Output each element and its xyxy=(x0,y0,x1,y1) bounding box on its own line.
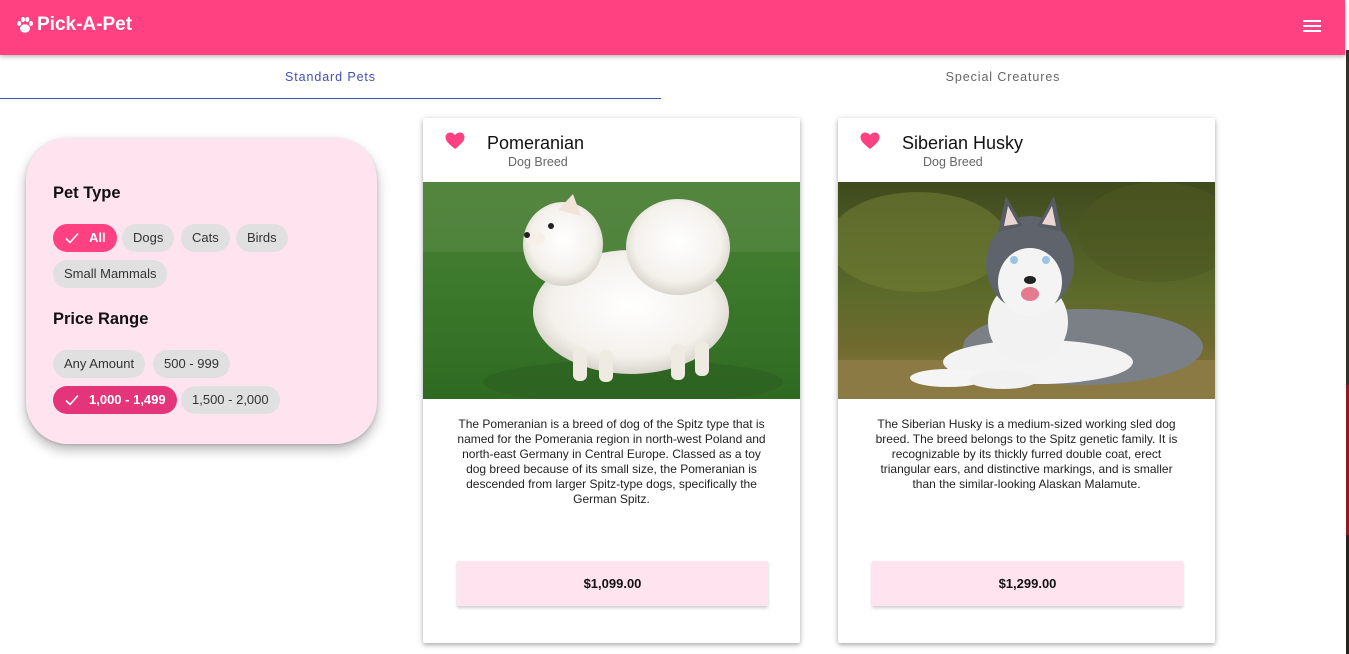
top-app-bar: Pick-A-Pet xyxy=(0,0,1345,55)
window-edge xyxy=(1345,0,1349,654)
price-button[interactable]: $1,299.00 xyxy=(872,561,1183,606)
check-icon xyxy=(65,232,79,244)
filter-panel: Pet Type All Dogs Cats Birds Small Mamma… xyxy=(26,138,377,444)
pet-type-heading: Pet Type xyxy=(53,184,121,202)
pet-card-pomeranian: Pomeranian Dog Breed The Pomeranian is a… xyxy=(423,118,800,643)
paw-icon xyxy=(17,16,33,33)
pet-category: Dog Breed xyxy=(508,155,568,169)
tab-special-creatures[interactable]: Special Creatures xyxy=(661,56,1345,99)
chip-pet-type-birds[interactable]: Birds xyxy=(236,224,288,252)
pet-card-siberian-husky: Siberian Husky Dog Breed The Siberian Hu… xyxy=(838,118,1215,643)
pet-photo xyxy=(423,182,800,399)
hamburger-menu-icon[interactable] xyxy=(1303,17,1323,37)
pet-category-tabs: Standard Pets Special Creatures xyxy=(0,56,1345,100)
chip-price-500-999[interactable]: 500 - 999 xyxy=(153,350,230,378)
chip-pet-type-all[interactable]: All xyxy=(53,224,117,252)
tab-standard-pets[interactable]: Standard Pets xyxy=(0,56,661,99)
pet-name: Pomeranian xyxy=(487,133,585,153)
check-icon xyxy=(65,394,79,406)
chip-pet-type-cats[interactable]: Cats xyxy=(181,224,230,252)
price-range-heading: Price Range xyxy=(53,310,149,328)
chip-price-any-amount[interactable]: Any Amount xyxy=(53,350,146,378)
heart-icon[interactable] xyxy=(860,132,880,150)
pet-description: The Pomeranian is a breed of dog of the … xyxy=(457,417,766,506)
pet-description: The Siberian Husky is a medium-sized wor… xyxy=(875,417,1178,491)
chip-pet-type-dogs[interactable]: Dogs xyxy=(122,224,175,252)
chip-price-1000-1499[interactable]: 1,000 - 1,499 xyxy=(53,386,177,414)
chip-price-1500-2000[interactable]: 1,500 - 2,000 xyxy=(181,386,280,414)
app-title: Pick-A-Pet xyxy=(37,14,133,35)
heart-icon[interactable] xyxy=(445,132,465,150)
pet-category: Dog Breed xyxy=(923,155,983,169)
pet-name: Siberian Husky xyxy=(902,133,1024,153)
price-button[interactable]: $1,099.00 xyxy=(457,561,768,606)
pet-photo xyxy=(838,182,1215,399)
chip-pet-type-small-mammals[interactable]: Small Mammals xyxy=(53,260,168,288)
brand[interactable]: Pick-A-Pet xyxy=(15,14,132,36)
